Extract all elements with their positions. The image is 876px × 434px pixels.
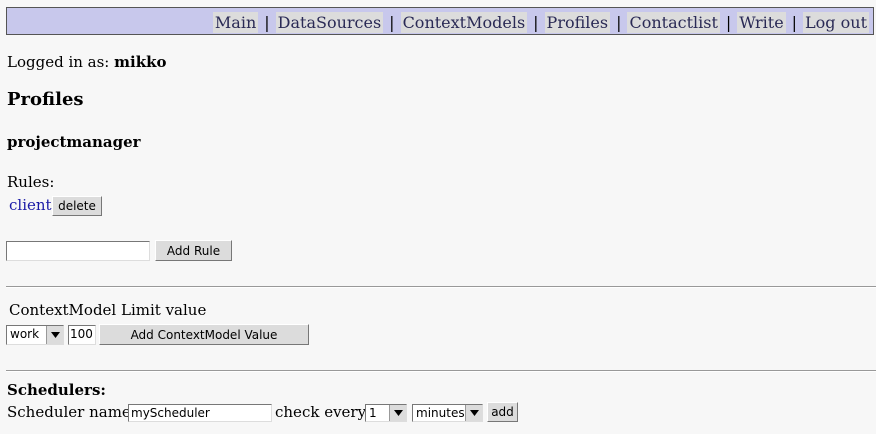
nav-separator: | (533, 12, 539, 32)
profile-name: projectmanager (7, 133, 141, 151)
nav-write-link[interactable]: Write (737, 11, 786, 33)
add-contextmodel-value-button[interactable]: Add ContextModel Value (99, 324, 309, 345)
logged-in-status: Logged in as: mikko (7, 53, 167, 71)
contextmodel-select-value: work (10, 327, 40, 341)
nav-separator: | (389, 12, 395, 32)
nav-separator: | (791, 12, 798, 32)
section-divider (6, 370, 876, 372)
new-rule-input[interactable] (6, 241, 150, 261)
dropdown-arrow-icon[interactable] (389, 405, 406, 421)
check-every-label: check every (275, 403, 367, 421)
dropdown-arrow-icon[interactable] (46, 326, 63, 344)
interval-select-value: 1 (369, 406, 377, 420)
nav-separator: | (616, 12, 622, 32)
interval-select[interactable]: 1 (365, 404, 407, 422)
nav-logout-link[interactable]: Log out (803, 11, 869, 33)
delete-rule-button[interactable]: delete (52, 196, 102, 216)
nav-contextmodels-link[interactable]: ContextModels (400, 11, 528, 33)
nav-contactlist-link[interactable]: Contactlist (627, 11, 720, 33)
nav-separator: | (725, 12, 732, 32)
nav-separator: | (264, 12, 270, 32)
scheduler-name-label: Scheduler name: (7, 403, 136, 421)
logged-in-prefix: Logged in as: (7, 53, 110, 71)
add-rule-button[interactable]: Add Rule (155, 240, 232, 261)
scheduler-name-input[interactable]: myScheduler (128, 404, 272, 422)
section-divider (6, 286, 876, 288)
unit-select[interactable]: minutes (412, 404, 483, 422)
rule-link-client[interactable]: client (9, 196, 52, 214)
nav-profiles-link[interactable]: Profiles (544, 11, 611, 33)
schedulers-title: Schedulers: (7, 381, 106, 399)
page-title: Profiles (7, 89, 84, 110)
contextmodel-header: ContextModel Limit value (9, 301, 207, 319)
top-nav-bar: Main | DataSources | ContextModels | Pro… (6, 7, 874, 35)
dropdown-arrow-icon[interactable] (465, 405, 482, 421)
logged-in-username: mikko (114, 53, 167, 71)
nav-main-link[interactable]: Main (212, 11, 259, 33)
add-scheduler-button[interactable]: add (487, 402, 518, 422)
rules-label: Rules: (7, 173, 55, 191)
contextmodel-select[interactable]: work (6, 325, 64, 345)
nav-links: Main | DataSources | ContextModels | Pro… (212, 10, 869, 34)
nav-datasources-link[interactable]: DataSources (275, 11, 384, 33)
limit-value-input[interactable]: 100 (68, 325, 96, 345)
unit-select-value: minutes (416, 406, 465, 420)
